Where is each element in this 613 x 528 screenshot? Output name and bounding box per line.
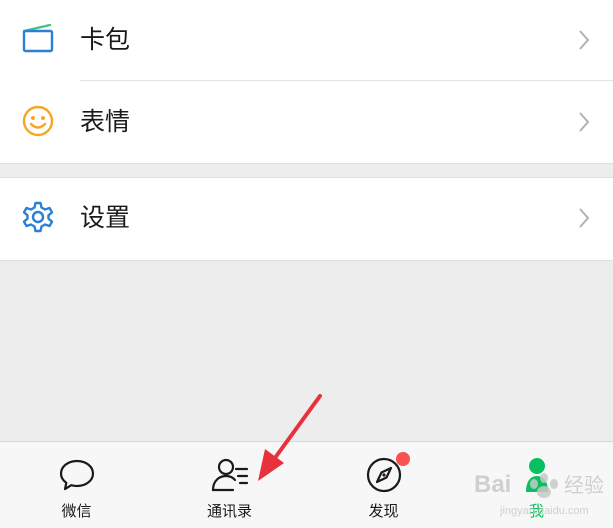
menu-item-settings[interactable]: 设置	[0, 178, 613, 258]
menu-item-label: 卡包	[80, 25, 131, 54]
svg-text:jingyan.baidu.com: jingyan.baidu.com	[499, 505, 589, 517]
menu-item-card-wallet[interactable]: 卡包	[0, 0, 613, 80]
tab-contacts[interactable]: 通讯录	[153, 442, 306, 528]
tab-chats[interactable]: 微信	[0, 442, 153, 528]
svg-text:Bai: Bai	[474, 471, 511, 498]
baidu-watermark-logo: Bai 经验 jingyan.baidu.com	[474, 471, 604, 517]
group-separator	[0, 163, 613, 164]
tab-label: 发现	[368, 502, 399, 520]
smiley-icon	[20, 103, 56, 139]
menu-group-top: 卡包 表情	[0, 0, 613, 163]
tab-discover[interactable]: 发现	[307, 442, 460, 528]
notification-badge	[396, 452, 410, 466]
tab-label: 微信	[61, 502, 92, 520]
chevron-right-icon	[577, 111, 591, 133]
chat-bubble-icon	[58, 456, 96, 494]
divider	[80, 80, 613, 81]
gear-icon	[20, 199, 56, 235]
menu-item-label: 表情	[80, 107, 131, 136]
tab-label: 通讯录	[206, 502, 252, 520]
svg-text:经验: 经验	[564, 473, 604, 497]
group-separator	[0, 260, 613, 261]
menu-item-label: 设置	[80, 203, 131, 232]
menu-item-stickers[interactable]: 表情	[0, 82, 613, 162]
chevron-right-icon	[577, 207, 591, 229]
contacts-icon	[211, 456, 249, 494]
chevron-right-icon	[577, 29, 591, 51]
card-wallet-icon	[20, 21, 56, 57]
menu-group-settings: 设置	[0, 178, 613, 260]
